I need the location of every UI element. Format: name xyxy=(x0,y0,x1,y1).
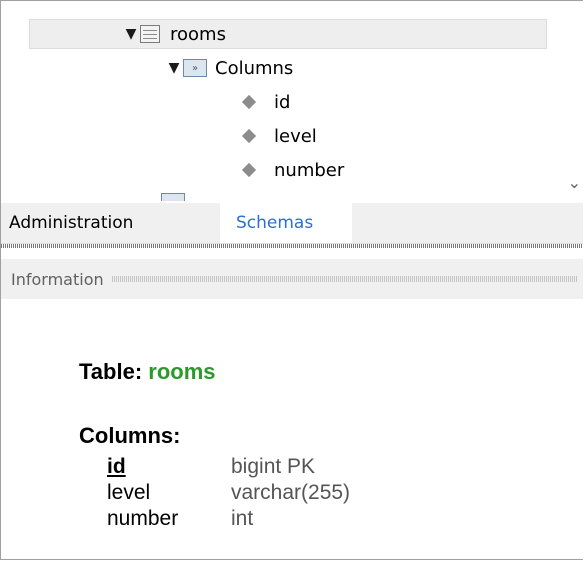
indexes-folder-icon xyxy=(161,193,185,201)
tree-node-rooms[interactable]: ▼ rooms xyxy=(29,19,547,49)
tree-node-partial[interactable] xyxy=(161,193,301,201)
expand-triangle-icon[interactable]: ▼ xyxy=(122,26,140,42)
tree-node-label: number xyxy=(274,159,345,181)
tab-label: Schemas xyxy=(236,213,314,233)
column-diamond-icon xyxy=(241,128,257,144)
tree-node-columns[interactable]: ▼ » Columns xyxy=(165,53,294,83)
columns-folder-icon: » xyxy=(183,59,207,77)
column-diamond-icon xyxy=(241,94,257,110)
tab-label: Administration xyxy=(9,213,134,233)
tree-node-column-level[interactable]: level xyxy=(241,121,317,151)
column-diamond-icon xyxy=(241,162,257,178)
table-info-heading: Table: rooms xyxy=(79,359,216,385)
tree-node-column-id[interactable]: id xyxy=(241,87,291,117)
tab-schemas[interactable]: Schemas xyxy=(220,203,352,243)
column-type: int xyxy=(231,507,254,530)
schema-tree[interactable]: ▼ rooms ▼ » Columns id level number xyxy=(29,1,581,201)
schemas-panel: ▼ rooms ▼ » Columns id level number ⌄ Ad… xyxy=(0,0,583,560)
splitter[interactable] xyxy=(1,243,583,248)
column-type: varchar(255) xyxy=(231,481,351,504)
information-title: Information xyxy=(11,269,104,289)
column-type: bigint PK xyxy=(231,455,316,478)
columns-heading: Columns: xyxy=(79,423,181,448)
tab-administration[interactable]: Administration xyxy=(1,203,214,243)
tab-bar: Administration Schemas xyxy=(1,203,583,243)
table-prefix: Table: xyxy=(79,359,149,384)
column-info-row: number int xyxy=(107,507,253,531)
scroll-down-chevron-icon[interactable]: ⌄ xyxy=(568,173,581,192)
column-info-row: id bigint PK xyxy=(107,455,315,479)
column-name: level xyxy=(107,481,151,504)
information-header[interactable]: Information xyxy=(1,259,583,299)
header-grip xyxy=(111,276,577,282)
column-name: number xyxy=(107,507,179,530)
column-name: id xyxy=(107,455,126,478)
tree-node-label: rooms xyxy=(170,23,226,45)
column-info-row: level varchar(255) xyxy=(107,481,350,505)
tree-node-label: Columns xyxy=(215,57,294,79)
tree-node-label: level xyxy=(274,125,317,147)
tree-node-column-number[interactable]: number xyxy=(241,155,345,185)
table-icon xyxy=(140,25,160,43)
table-name: rooms xyxy=(148,359,216,384)
expand-triangle-icon[interactable]: ▼ xyxy=(165,60,183,76)
tree-node-label: id xyxy=(274,91,291,113)
